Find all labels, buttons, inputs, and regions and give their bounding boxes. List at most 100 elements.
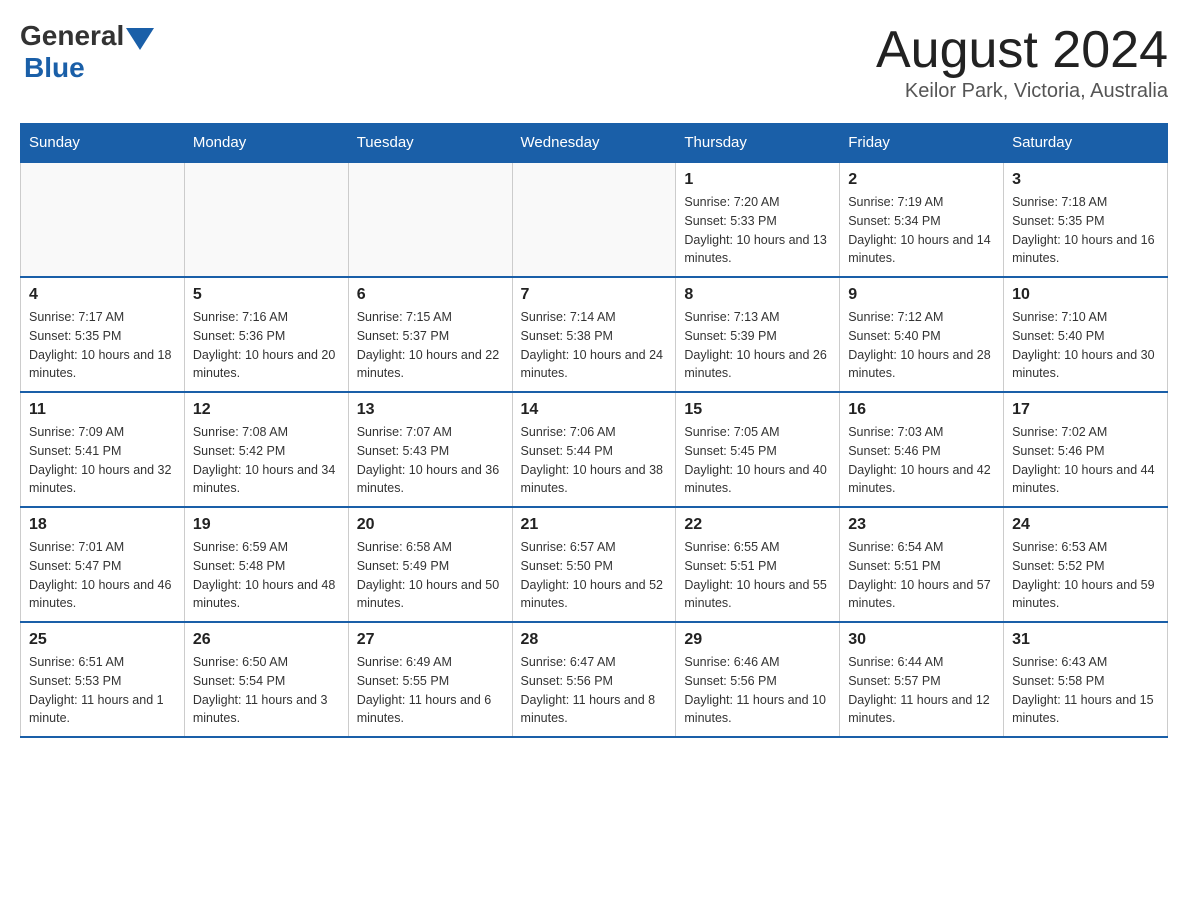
calendar-cell: 29 Sunrise: 6:46 AM Sunset: 5:56 PM Dayli…: [676, 622, 840, 737]
calendar-cell: 18 Sunrise: 7:01 AM Sunset: 5:47 PM Dayli…: [21, 507, 185, 622]
week-row-2: 11 Sunrise: 7:09 AM Sunset: 5:41 PM Dayli…: [21, 392, 1168, 507]
day-info: Sunrise: 7:18 AM Sunset: 5:35 PM Dayligh…: [1012, 193, 1159, 268]
day-info: Sunrise: 6:50 AM Sunset: 5:54 PM Dayligh…: [193, 653, 340, 728]
calendar-cell: 17Sunrise: 7:02 AM Sunset: 5:46 PM Dayli…: [1004, 392, 1168, 507]
day-number: 25: [29, 631, 176, 649]
calendar-cell: 19 Sunrise: 6:59 AM Sunset: 5:48 PM Dayli…: [184, 507, 348, 622]
day-number: 18: [29, 516, 176, 534]
day-info: Sunrise: 7:20 AM Sunset: 5:33 PM Dayligh…: [684, 193, 831, 268]
day-info: Sunrise: 7:12 AM Sunset: 5:40 PM Dayligh…: [848, 308, 995, 383]
calendar-cell: 7 Sunrise: 7:14 AM Sunset: 5:38 PM Daylig…: [512, 277, 676, 392]
calendar-cell: 27Sunrise: 6:49 AM Sunset: 5:55 PM Dayli…: [348, 622, 512, 737]
day-info: Sunrise: 6:44 AM Sunset: 5:57 PM Dayligh…: [848, 653, 995, 728]
day-number: 3: [1012, 171, 1159, 189]
logo: General Blue: [20, 20, 154, 84]
calendar-cell: 20Sunrise: 6:58 AM Sunset: 5:49 PM Dayli…: [348, 507, 512, 622]
calendar-cell: 6 Sunrise: 7:15 AM Sunset: 5:37 PM Daylig…: [348, 277, 512, 392]
day-number: 28: [521, 631, 668, 649]
day-number: 4: [29, 286, 176, 304]
day-number: 24: [1012, 516, 1159, 534]
day-info: Sunrise: 6:46 AM Sunset: 5:56 PM Dayligh…: [684, 653, 831, 728]
week-row-4: 25Sunrise: 6:51 AM Sunset: 5:53 PM Dayli…: [21, 622, 1168, 737]
logo-general: General: [20, 20, 124, 52]
header-saturday: Saturday: [1004, 124, 1168, 163]
calendar-cell: 10Sunrise: 7:10 AM Sunset: 5:40 PM Dayli…: [1004, 277, 1168, 392]
day-number: 12: [193, 401, 340, 419]
calendar-cell: 13 Sunrise: 7:07 AM Sunset: 5:43 PM Dayli…: [348, 392, 512, 507]
calendar-cell: 28 Sunrise: 6:47 AM Sunset: 5:56 PM Dayli…: [512, 622, 676, 737]
calendar-cell: 8 Sunrise: 7:13 AM Sunset: 5:39 PM Daylig…: [676, 277, 840, 392]
day-number: 11: [29, 401, 176, 419]
day-info: Sunrise: 6:49 AM Sunset: 5:55 PM Dayligh…: [357, 653, 504, 728]
day-number: 19: [193, 516, 340, 534]
day-number: 16: [848, 401, 995, 419]
day-info: Sunrise: 7:17 AM Sunset: 5:35 PM Dayligh…: [29, 308, 176, 383]
day-info: Sunrise: 6:47 AM Sunset: 5:56 PM Dayligh…: [521, 653, 668, 728]
day-number: 29: [684, 631, 831, 649]
day-number: 10: [1012, 286, 1159, 304]
day-number: 22: [684, 516, 831, 534]
day-info: Sunrise: 6:59 AM Sunset: 5:48 PM Dayligh…: [193, 538, 340, 613]
day-info: Sunrise: 7:13 AM Sunset: 5:39 PM Dayligh…: [684, 308, 831, 383]
day-number: 13: [357, 401, 504, 419]
calendar-cell: 15Sunrise: 7:05 AM Sunset: 5:45 PM Dayli…: [676, 392, 840, 507]
calendar-cell: 9 Sunrise: 7:12 AM Sunset: 5:40 PM Daylig…: [840, 277, 1004, 392]
day-info: Sunrise: 7:08 AM Sunset: 5:42 PM Dayligh…: [193, 423, 340, 498]
day-info: Sunrise: 7:14 AM Sunset: 5:38 PM Dayligh…: [521, 308, 668, 383]
day-info: Sunrise: 6:54 AM Sunset: 5:51 PM Dayligh…: [848, 538, 995, 613]
day-number: 1: [684, 171, 831, 189]
day-number: 7: [521, 286, 668, 304]
day-info: Sunrise: 6:57 AM Sunset: 5:50 PM Dayligh…: [521, 538, 668, 613]
day-number: 23: [848, 516, 995, 534]
calendar-header-row: SundayMondayTuesdayWednesdayThursdayFrid…: [21, 124, 1168, 163]
day-info: Sunrise: 7:07 AM Sunset: 5:43 PM Dayligh…: [357, 423, 504, 498]
day-number: 8: [684, 286, 831, 304]
calendar-cell: 25Sunrise: 6:51 AM Sunset: 5:53 PM Dayli…: [21, 622, 185, 737]
header-sunday: Sunday: [21, 124, 185, 163]
day-info: Sunrise: 6:43 AM Sunset: 5:58 PM Dayligh…: [1012, 653, 1159, 728]
calendar-cell: 26 Sunrise: 6:50 AM Sunset: 5:54 PM Dayli…: [184, 622, 348, 737]
day-info: Sunrise: 7:09 AM Sunset: 5:41 PM Dayligh…: [29, 423, 176, 498]
calendar-cell: 31Sunrise: 6:43 AM Sunset: 5:58 PM Dayli…: [1004, 622, 1168, 737]
day-number: 14: [521, 401, 668, 419]
header-friday: Friday: [840, 124, 1004, 163]
header-wednesday: Wednesday: [512, 124, 676, 163]
logo-blue: Blue: [24, 52, 85, 84]
day-number: 21: [521, 516, 668, 534]
day-number: 30: [848, 631, 995, 649]
calendar-cell: 3 Sunrise: 7:18 AM Sunset: 5:35 PM Daylig…: [1004, 162, 1168, 277]
calendar-cell: 4 Sunrise: 7:17 AM Sunset: 5:35 PM Daylig…: [21, 277, 185, 392]
location: Keilor Park, Victoria, Australia: [876, 80, 1168, 103]
calendar-table: SundayMondayTuesdayWednesdayThursdayFrid…: [20, 123, 1168, 738]
day-info: Sunrise: 7:16 AM Sunset: 5:36 PM Dayligh…: [193, 308, 340, 383]
calendar-cell: 5 Sunrise: 7:16 AM Sunset: 5:36 PM Daylig…: [184, 277, 348, 392]
day-number: 2: [848, 171, 995, 189]
day-info: Sunrise: 6:55 AM Sunset: 5:51 PM Dayligh…: [684, 538, 831, 613]
day-number: 9: [848, 286, 995, 304]
day-info: Sunrise: 7:19 AM Sunset: 5:34 PM Dayligh…: [848, 193, 995, 268]
day-info: Sunrise: 7:05 AM Sunset: 5:45 PM Dayligh…: [684, 423, 831, 498]
calendar-cell: 24Sunrise: 6:53 AM Sunset: 5:52 PM Dayli…: [1004, 507, 1168, 622]
calendar-cell: 21 Sunrise: 6:57 AM Sunset: 5:50 PM Dayli…: [512, 507, 676, 622]
calendar-cell: [512, 162, 676, 277]
calendar-cell: [21, 162, 185, 277]
header-thursday: Thursday: [676, 124, 840, 163]
day-number: 5: [193, 286, 340, 304]
title-section: August 2024 Keilor Park, Victoria, Austr…: [876, 20, 1168, 103]
logo-triangle-icon: [126, 28, 154, 50]
calendar-cell: 1 Sunrise: 7:20 AM Sunset: 5:33 PM Daylig…: [676, 162, 840, 277]
day-info: Sunrise: 7:01 AM Sunset: 5:47 PM Dayligh…: [29, 538, 176, 613]
day-number: 20: [357, 516, 504, 534]
calendar-cell: 16 Sunrise: 7:03 AM Sunset: 5:46 PM Dayli…: [840, 392, 1004, 507]
day-number: 26: [193, 631, 340, 649]
week-row-3: 18 Sunrise: 7:01 AM Sunset: 5:47 PM Dayli…: [21, 507, 1168, 622]
day-info: Sunrise: 7:02 AM Sunset: 5:46 PM Dayligh…: [1012, 423, 1159, 498]
day-info: Sunrise: 7:15 AM Sunset: 5:37 PM Dayligh…: [357, 308, 504, 383]
page-header: General Blue August 2024 Keilor Park, Vi…: [20, 20, 1168, 103]
week-row-0: 1 Sunrise: 7:20 AM Sunset: 5:33 PM Daylig…: [21, 162, 1168, 277]
week-row-1: 4 Sunrise: 7:17 AM Sunset: 5:35 PM Daylig…: [21, 277, 1168, 392]
calendar-cell: [348, 162, 512, 277]
day-number: 6: [357, 286, 504, 304]
day-info: Sunrise: 7:03 AM Sunset: 5:46 PM Dayligh…: [848, 423, 995, 498]
calendar-cell: 22 Sunrise: 6:55 AM Sunset: 5:51 PM Dayli…: [676, 507, 840, 622]
